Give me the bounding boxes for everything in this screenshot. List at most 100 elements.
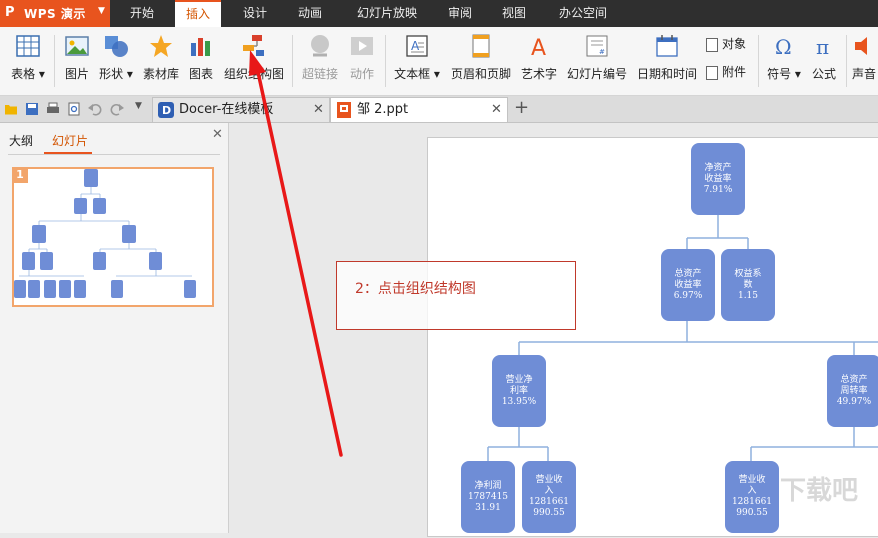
attachment-icon	[706, 65, 718, 80]
star-icon	[150, 35, 172, 57]
org-node-net-profit[interactable]: 净利润 1787415 31.91	[461, 461, 515, 533]
shapes-button[interactable]: 形状 ▾	[96, 33, 136, 89]
chevron-down-icon: ▼	[98, 6, 105, 16]
symbol-button[interactable]: Ω 符号 ▾	[764, 33, 804, 89]
tab-label: Docer-在线模板	[179, 102, 274, 117]
header-footer-label: 页眉和页脚	[450, 67, 511, 81]
table-label: 表格	[11, 67, 36, 81]
sound-label: 声音	[852, 67, 877, 81]
watermark-logo: 下载吧	[780, 476, 859, 506]
hyperlink-icon	[311, 35, 329, 57]
play-icon	[351, 37, 373, 55]
svg-text:A: A	[411, 39, 420, 53]
action-label: 动作	[349, 67, 374, 81]
open-folder-icon[interactable]	[4, 102, 18, 116]
org-node-revenue[interactable]: 营业收 入 1281661 990.55	[522, 461, 576, 533]
hyperlink-label: 超链接	[301, 67, 338, 81]
picture-icon	[65, 36, 89, 56]
org-node-roa[interactable]: 总资产 收益率 6.97%	[661, 249, 715, 321]
textbox-button[interactable]: A 文本框 ▾	[393, 33, 441, 89]
new-tab-icon[interactable]: +	[514, 97, 529, 118]
docer-logo-icon: D	[158, 102, 174, 118]
textbox-label: 文本框	[394, 67, 431, 81]
org-node-roe[interactable]: 净资产 收益率 7.91%	[691, 143, 745, 215]
date-time-label: 日期和时间	[636, 67, 697, 81]
tab-document[interactable]: 邹 2.ppt ✕	[330, 97, 508, 122]
tab-slides[interactable]: 幻灯片	[52, 132, 88, 149]
annotation-callout: 2：点击组织结构图	[336, 261, 576, 330]
wordart-label: 艺术字	[520, 67, 557, 81]
print-icon[interactable]	[46, 102, 60, 116]
calendar-icon	[656, 35, 678, 57]
app-menu-button[interactable]: P WPS 演示 ▼	[0, 0, 110, 27]
wordart-button[interactable]: A 艺术字	[519, 33, 559, 89]
attachment-button[interactable]: 附件	[706, 63, 746, 81]
slide-number-icon: #	[586, 35, 608, 57]
ribbon-divider	[292, 35, 293, 87]
menu-tab-slideshow[interactable]: 幻灯片放映	[350, 0, 424, 27]
close-icon[interactable]: ✕	[212, 127, 223, 142]
tab-docer-templates[interactable]: D Docer-在线模板 ✕	[152, 97, 330, 122]
tab-label: 邹 2.ppt	[357, 102, 409, 117]
action-button[interactable]: 动作	[346, 33, 378, 89]
menu-tab-insert[interactable]: 插入	[175, 0, 221, 27]
ribbon-divider	[385, 35, 386, 87]
svg-text:Ω: Ω	[775, 35, 792, 59]
chart-button[interactable]: 图表	[186, 33, 216, 89]
org-node-equity-multiplier[interactable]: 权益系 数 1.15	[721, 249, 775, 321]
menu-tab-view[interactable]: 视图	[492, 0, 536, 27]
quick-access-dropdown-icon[interactable]: ▼	[135, 101, 142, 111]
chart-label: 图表	[188, 67, 213, 81]
menu-tab-office-space[interactable]: 办公空间	[552, 0, 614, 27]
slide-thumbnail[interactable]	[12, 167, 214, 307]
svg-text:A: A	[531, 36, 546, 59]
save-icon[interactable]	[25, 102, 39, 116]
object-button[interactable]: 对象	[706, 35, 746, 53]
tab-outline[interactable]: 大纲	[9, 132, 33, 149]
pi-icon: π	[816, 35, 829, 59]
formula-label: 公式	[811, 67, 836, 81]
ribbon-divider	[846, 35, 847, 87]
object-label: 对象	[722, 37, 747, 51]
close-icon[interactable]: ✕	[491, 98, 502, 122]
speaker-icon	[855, 37, 867, 55]
document-tab-strip: ▼ D Docer-在线模板 ✕ 邹 2.ppt ✕ +	[0, 96, 878, 123]
textbox-icon: A	[406, 35, 428, 57]
object-icon	[706, 37, 718, 52]
menu-tab-design[interactable]: 设计	[233, 0, 277, 27]
hyperlink-button[interactable]: 超链接	[300, 33, 340, 89]
material-library-label: 素材库	[142, 67, 179, 81]
annotation-text: 2：点击组织结构图	[355, 281, 476, 297]
org-node-net-margin[interactable]: 营业净 利率 13.95%	[492, 355, 546, 427]
picture-button[interactable]: 图片	[60, 33, 94, 89]
org-chart-button[interactable]: 组织结构图	[222, 33, 286, 89]
close-icon[interactable]: ✕	[313, 98, 324, 122]
print-preview-icon[interactable]	[67, 102, 81, 116]
sound-button[interactable]: 声音	[852, 33, 878, 89]
slide-number-button[interactable]: # 幻灯片编号	[566, 33, 628, 89]
menu-tab-start[interactable]: 开始	[120, 0, 164, 27]
undo-icon[interactable]	[88, 102, 102, 116]
org-node-revenue[interactable]: 营业收 入 1281661 990.55	[725, 461, 779, 533]
attachment-label: 附件	[722, 65, 747, 79]
org-node-asset-turnover[interactable]: 总资产 周转率 49.97%	[827, 355, 878, 427]
header-footer-button[interactable]: 页眉和页脚	[449, 33, 513, 89]
app-title: WPS 演示	[24, 7, 86, 21]
table-icon	[16, 35, 40, 57]
slide-number-label: 幻灯片编号	[566, 67, 627, 81]
picture-label: 图片	[64, 67, 89, 81]
menu-tab-review[interactable]: 审阅	[438, 0, 482, 27]
redo-icon[interactable]	[110, 102, 124, 116]
svg-text:#: #	[599, 48, 605, 56]
formula-button[interactable]: π 公式	[808, 33, 840, 89]
material-library-button[interactable]: 素材库	[140, 33, 182, 89]
date-time-button[interactable]: 日期和时间	[636, 33, 698, 89]
shapes-icon	[105, 36, 128, 57]
ribbon: 表格 ▾ 图片 形状 ▾ 素材库 图表 组织结构图 超链接 动作 A 文本框 ▾…	[0, 27, 878, 96]
menu-bar: P WPS 演示 ▼ 开始 插入 设计 动画 幻灯片放映 审阅 视图 办公空间	[0, 0, 878, 27]
thumbnail-org-chart	[14, 169, 196, 298]
menu-tab-animation[interactable]: 动画	[288, 0, 332, 27]
table-button[interactable]: 表格 ▾	[6, 33, 50, 89]
bar-chart-icon	[191, 38, 210, 56]
slide-number-badge: 1	[12, 167, 28, 183]
